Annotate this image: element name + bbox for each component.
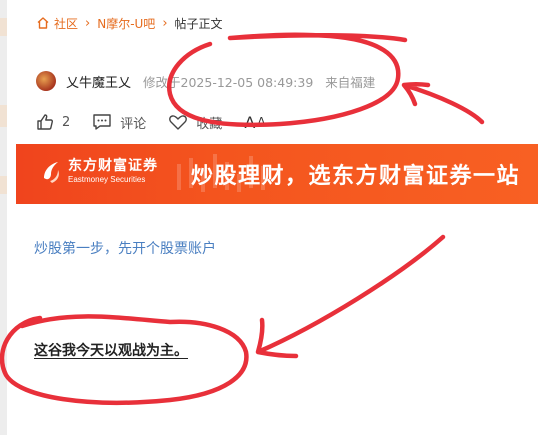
avatar[interactable] <box>36 71 56 91</box>
favorite-button[interactable]: 收藏 <box>168 113 222 132</box>
side-tab <box>0 176 7 194</box>
logo-chinese-text: 东方财富证券 <box>68 157 158 174</box>
like-button[interactable]: 2 <box>36 113 70 131</box>
post-actions: 2 评论 收藏 AA <box>36 110 287 134</box>
side-tab <box>0 18 7 36</box>
modified-time: 修改于2025-12-05 08:49:39 <box>143 74 314 90</box>
banner-slogan: 炒股理财，选东方财富证券一站 <box>191 164 521 189</box>
like-count: 2 <box>62 114 71 130</box>
font-size-toggle[interactable]: AA <box>244 113 265 132</box>
font-size-large: A <box>244 112 256 132</box>
side-tab <box>0 105 7 127</box>
favorite-label: 收藏 <box>196 116 223 132</box>
logo-english-text: Eastmoney Securities <box>68 174 146 184</box>
author-name[interactable]: 乂牛魔王乂 <box>66 72 131 91</box>
eastmoney-logo: 东方财富证券 Eastmoney Securities <box>40 158 158 184</box>
left-sidebar-strip <box>0 0 7 435</box>
comment-label: 评论 <box>120 116 147 132</box>
home-icon <box>37 17 49 29</box>
open-account-link[interactable]: 炒股第一步，先开个股票账户 <box>34 238 216 258</box>
comment-button[interactable]: 评论 <box>92 113 146 132</box>
font-size-small: A <box>257 115 266 129</box>
breadcrumb-community-link[interactable]: 社区 <box>54 15 78 32</box>
ad-banner[interactable]: 东方财富证券 Eastmoney Securities 炒股理财，选东方财富证券… <box>16 144 538 204</box>
chevron-right-icon: › <box>85 15 91 31</box>
post-body-text: 这谷我今天以观战为主。 <box>34 343 188 359</box>
post-location: 来自福建 <box>325 74 376 90</box>
comment-icon <box>93 114 111 130</box>
breadcrumb-forum-link[interactable]: N摩尔-U吧 <box>97 15 155 32</box>
chevron-right-icon: › <box>162 15 168 31</box>
author-row: 乂牛魔王乂 修改于2025-12-05 08:49:39 来自福建 <box>36 70 375 92</box>
breadcrumb: 社区 › N摩尔-U吧 › 帖子正文 <box>36 13 223 33</box>
heart-icon <box>169 115 188 130</box>
thumbs-up-icon <box>37 114 53 130</box>
post-page: 社区 › N摩尔-U吧 › 帖子正文 乂牛魔王乂 修改于2025-12-05 0… <box>16 0 538 435</box>
breadcrumb-current: 帖子正文 <box>174 16 223 31</box>
eastmoney-logo-icon <box>44 162 59 183</box>
